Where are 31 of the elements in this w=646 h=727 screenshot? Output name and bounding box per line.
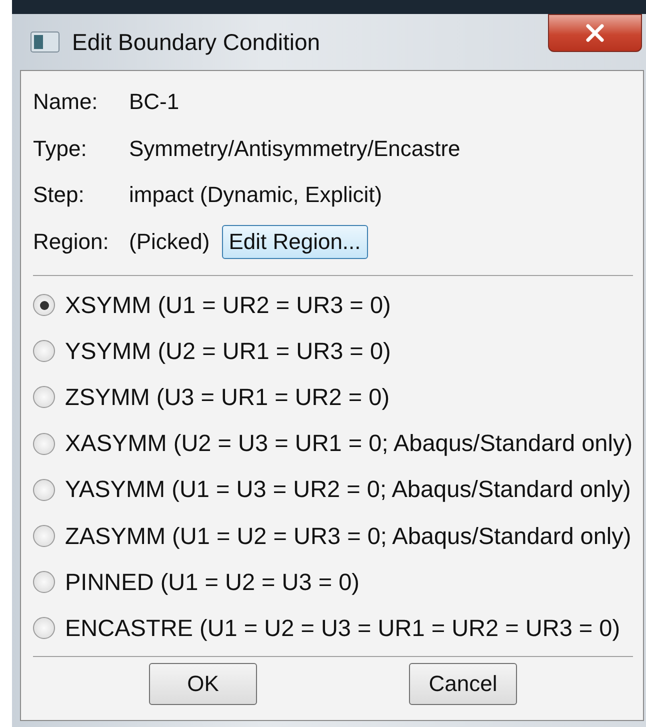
field-label: Type: (33, 136, 88, 162)
option-label: ZASYMM (U1 = U2 = UR3 = 0; Abaqus/Standard only) (65, 522, 632, 550)
close-button[interactable] (548, 14, 642, 52)
field-label: Name: (33, 89, 99, 116)
radio-button[interactable] (33, 294, 55, 316)
radio-button[interactable] (33, 525, 55, 548)
field-value: impact (Dynamic, Explicit) (129, 182, 382, 208)
radio-button[interactable] (33, 571, 55, 594)
field-value: (Picked) (129, 228, 210, 255)
radio-button[interactable] (33, 432, 55, 455)
option-label: ENCASTRE (U1 = U2 = U3 = UR1 = UR2 = UR3 = 0) (65, 614, 620, 642)
field-label: Step: (33, 182, 86, 208)
field-label: Region: (33, 228, 110, 255)
option-label: YSYMM (U2 = UR1 = UR3 = 0) (65, 338, 391, 365)
field-value: BC-1 (129, 89, 180, 116)
dialog-button[interactable]: OK (149, 662, 257, 704)
window-icon (30, 31, 60, 53)
edit-region-button[interactable]: Edit Region... (222, 224, 368, 259)
window-title: Edit Boundary Condition (72, 28, 320, 56)
dialog-button[interactable]: Cancel (409, 662, 517, 704)
close-icon (585, 24, 605, 42)
radio-button[interactable] (33, 478, 55, 501)
field-value: Symmetry/Antisymmetry/Encastre (129, 136, 460, 162)
radio-button[interactable] (33, 340, 55, 362)
option-label: YASYMM (U1 = U3 = UR2 = 0; Abaqus/Standard only) (65, 476, 631, 504)
option-label: XSYMM (U1 = UR2 = UR3 = 0) (65, 292, 391, 319)
radio-button[interactable] (33, 617, 55, 640)
radio-button[interactable] (33, 386, 55, 408)
option-label: PINNED (U1 = U2 = U3 = 0) (65, 568, 360, 596)
option-label: ZSYMM (U3 = UR1 = UR2 = 0) (65, 384, 390, 411)
option-label: XASYMM (U2 = U3 = UR1 = 0; Abaqus/Standard only) (65, 430, 633, 458)
